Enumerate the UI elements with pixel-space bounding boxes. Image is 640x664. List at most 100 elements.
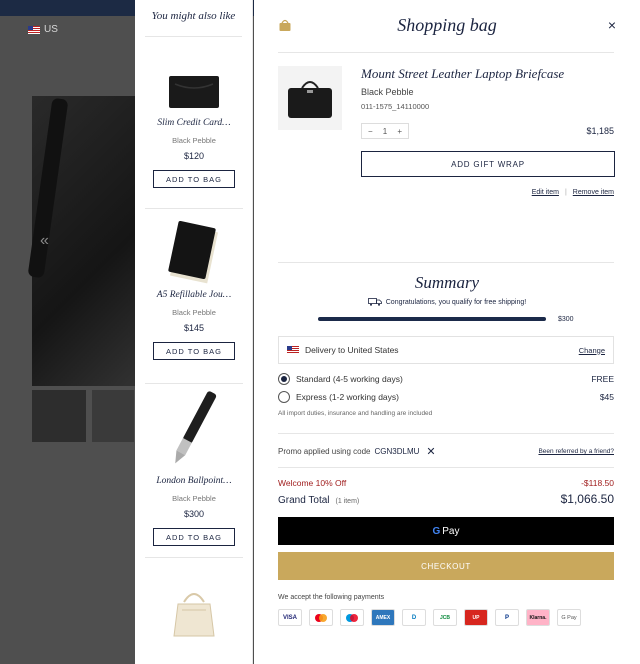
handbag-image [173, 593, 215, 637]
region-selector[interactable]: US [28, 24, 58, 35]
radio-unselected[interactable] [278, 391, 290, 403]
grand-total-label: Grand Total [278, 495, 330, 506]
briefcase-image [288, 81, 332, 118]
region-label: US [44, 24, 58, 35]
divider [145, 557, 243, 558]
paypal-icon: P [495, 609, 519, 626]
add-to-bag-button[interactable]: ADD TO BAG [153, 528, 235, 546]
recommendation-price: $120 [183, 151, 205, 161]
divider [145, 208, 243, 209]
remove-item-link[interactable]: Remove item [573, 189, 614, 196]
product-color: Black Pebble [361, 87, 414, 97]
divider [278, 52, 614, 53]
google-g-icon: G [432, 525, 441, 537]
discount-label: Welcome 10% Off [278, 478, 347, 488]
product-thumbnail[interactable] [278, 66, 342, 130]
import-duties-note: All import duties, insurance and handlin… [278, 410, 433, 417]
recommendations-title: You might also like [151, 10, 236, 22]
recommendation-name[interactable]: A5 Refillable Jou… [135, 290, 253, 300]
free-shipping-progress [318, 317, 546, 321]
summary-title: Summary [414, 273, 480, 292]
card-holder-image [169, 76, 219, 108]
amex-icon: AMEX [371, 609, 395, 626]
item-actions: Edit item | Remove item [532, 189, 614, 196]
bag-title: Shopping bag [397, 15, 497, 35]
us-flag-icon [287, 346, 299, 354]
delivery-label: Delivery to United States [305, 345, 399, 355]
shopping-bag-panel: Shopping bag × Mount Street Leather Lapt… [254, 0, 640, 664]
add-to-bag-button[interactable]: ADD TO BAG [153, 342, 235, 360]
close-icon[interactable]: × [608, 17, 616, 33]
recommendation-color: Black Pebble [172, 136, 216, 145]
payment-methods: VISA AMEX D JCB UP P Klarna. G Pay [278, 609, 618, 626]
us-flag-icon [28, 25, 40, 34]
gallery-prev-icon[interactable]: « [40, 232, 49, 250]
promo-prefix: Promo applied using code [278, 447, 371, 456]
recommendation-item[interactable]: A5 Refillable Jou… Black Pebble $145 ADD… [135, 220, 253, 360]
product-price: $1,185 [586, 126, 614, 136]
shipping-option-standard[interactable]: Standard (4-5 working days) FREE [278, 373, 614, 385]
recommendation-price: $145 [183, 323, 205, 333]
checkout-button[interactable]: CHECKOUT [278, 552, 614, 580]
progress-threshold: $300 [558, 316, 574, 323]
grand-total-value: $1,066.50 [560, 492, 614, 506]
recommendation-name[interactable]: Slim Credit Card… [135, 118, 253, 128]
edit-item-link[interactable]: Edit item [532, 189, 559, 196]
promo-row: Promo applied using code CGN3DLMU ✕ Been… [278, 445, 614, 458]
jcb-icon: JCB [433, 609, 457, 626]
mastercard-icon [309, 609, 333, 626]
free-shipping-message: Congratulations, you qualify for free sh… [254, 298, 640, 306]
delivery-country: Delivery to United States Change [278, 336, 614, 364]
recommendations-panel: You might also like Slim Credit Card… Bl… [135, 0, 253, 664]
google-pay-label: Pay [442, 525, 460, 537]
recommendation-item[interactable]: Slim Credit Card… Black Pebble $120 ADD … [135, 72, 253, 188]
divider [278, 467, 614, 468]
recommendation-item[interactable] [135, 588, 253, 640]
recommendation-color: Black Pebble [172, 308, 216, 317]
shipping-option-price: FREE [591, 374, 614, 384]
shipping-option-express[interactable]: Express (1-2 working days) $45 [278, 391, 614, 403]
payments-label: We accept the following payments [278, 594, 385, 601]
journal-image [168, 220, 218, 284]
grand-total-row: Grand Total (1 item) $1,066.50 [278, 492, 614, 506]
quantity-stepper: − 1 + [361, 123, 409, 139]
diners-icon: D [402, 609, 426, 626]
discount-value: -$118.50 [581, 478, 614, 488]
recommendation-price: $300 [183, 509, 205, 519]
visa-icon: VISA [278, 609, 302, 626]
shipping-option-label: Express (1-2 working days) [296, 392, 399, 402]
google-pay-icon: G Pay [557, 609, 581, 626]
item-count: (1 item) [335, 498, 360, 505]
product-sku: 011-1575_14110000 [361, 102, 430, 111]
recommendation-name[interactable]: London Ballpoint… [135, 476, 253, 486]
free-shipping-text: Congratulations, you qualify for free sh… [385, 298, 527, 306]
klarna-icon: Klarna. [526, 609, 550, 626]
quantity-decrease-button[interactable]: − [368, 127, 373, 136]
add-gift-wrap-button[interactable]: ADD GIFT WRAP [361, 151, 615, 177]
discount-row: Welcome 10% Off -$118.50 [278, 478, 614, 488]
recommendation-color: Black Pebble [172, 494, 216, 503]
divider [278, 433, 614, 434]
quantity-increase-button[interactable]: + [397, 127, 402, 136]
divider [145, 36, 242, 37]
link-separator: | [564, 189, 567, 196]
gallery-thumbnail[interactable] [32, 390, 86, 442]
progress-fill [318, 317, 546, 321]
shipping-option-label: Standard (4-5 working days) [296, 374, 403, 384]
unionpay-icon: UP [464, 609, 488, 626]
recommendation-item[interactable]: London Ballpoint… Black Pebble $300 ADD … [135, 386, 253, 546]
referral-link[interactable]: Been referred by a friend? [538, 448, 614, 455]
shipping-option-price: $45 [599, 392, 614, 402]
promo-code: CGN3DLMU [374, 447, 420, 456]
divider [278, 262, 614, 263]
divider [145, 383, 243, 384]
radio-selected[interactable] [278, 373, 290, 385]
maestro-icon [340, 609, 364, 626]
google-pay-button[interactable]: G Pay [278, 517, 614, 545]
remove-promo-icon[interactable]: ✕ [426, 445, 435, 458]
product-name[interactable]: Mount Street Leather Laptop Briefcase [361, 66, 564, 82]
pen-image [175, 391, 217, 464]
gallery-thumbnail[interactable] [92, 390, 134, 442]
change-country-link[interactable]: Change [579, 346, 605, 355]
add-to-bag-button[interactable]: ADD TO BAG [153, 170, 235, 188]
